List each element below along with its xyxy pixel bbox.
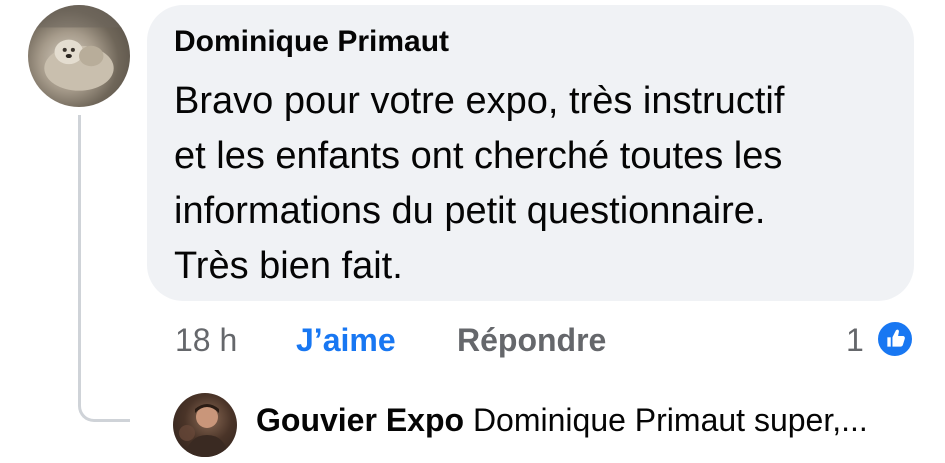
thumbs-up-icon[interactable]	[875, 319, 915, 359]
comment-text-line: informations du petit questionnaire.	[174, 190, 766, 232]
reply-avatar[interactable]	[173, 393, 237, 457]
reply-preview[interactable]: Gouvier Expo Dominique Primaut super,...	[256, 402, 868, 439]
comment-text-line: Très bien fait.	[174, 245, 403, 287]
dog-photo-icon	[28, 5, 130, 91]
person-photo-icon	[179, 404, 229, 457]
thread-connector-line	[78, 115, 130, 422]
comment-text-line: Bravo pour votre expo, très instructif	[174, 80, 785, 122]
avatar[interactable]	[28, 5, 130, 107]
like-button[interactable]: J’aime	[296, 322, 396, 359]
reply-author[interactable]: Gouvier Expo	[256, 402, 464, 438]
reaction-count[interactable]: 1	[846, 322, 864, 359]
comment-thread: Dominique Primaut Bravo pour votre expo,…	[0, 0, 945, 463]
comment-text: Bravo pour votre expo, très instructif e…	[174, 74, 904, 294]
reply-preview-text: Dominique Primaut super,...	[472, 402, 868, 438]
comment-timestamp[interactable]: 18 h	[175, 322, 237, 359]
comment-text-line: et les enfants ont cherché toutes les	[174, 135, 783, 177]
reply-button[interactable]: Répondre	[457, 322, 606, 359]
comment-author[interactable]: Dominique Primaut	[174, 25, 449, 59]
